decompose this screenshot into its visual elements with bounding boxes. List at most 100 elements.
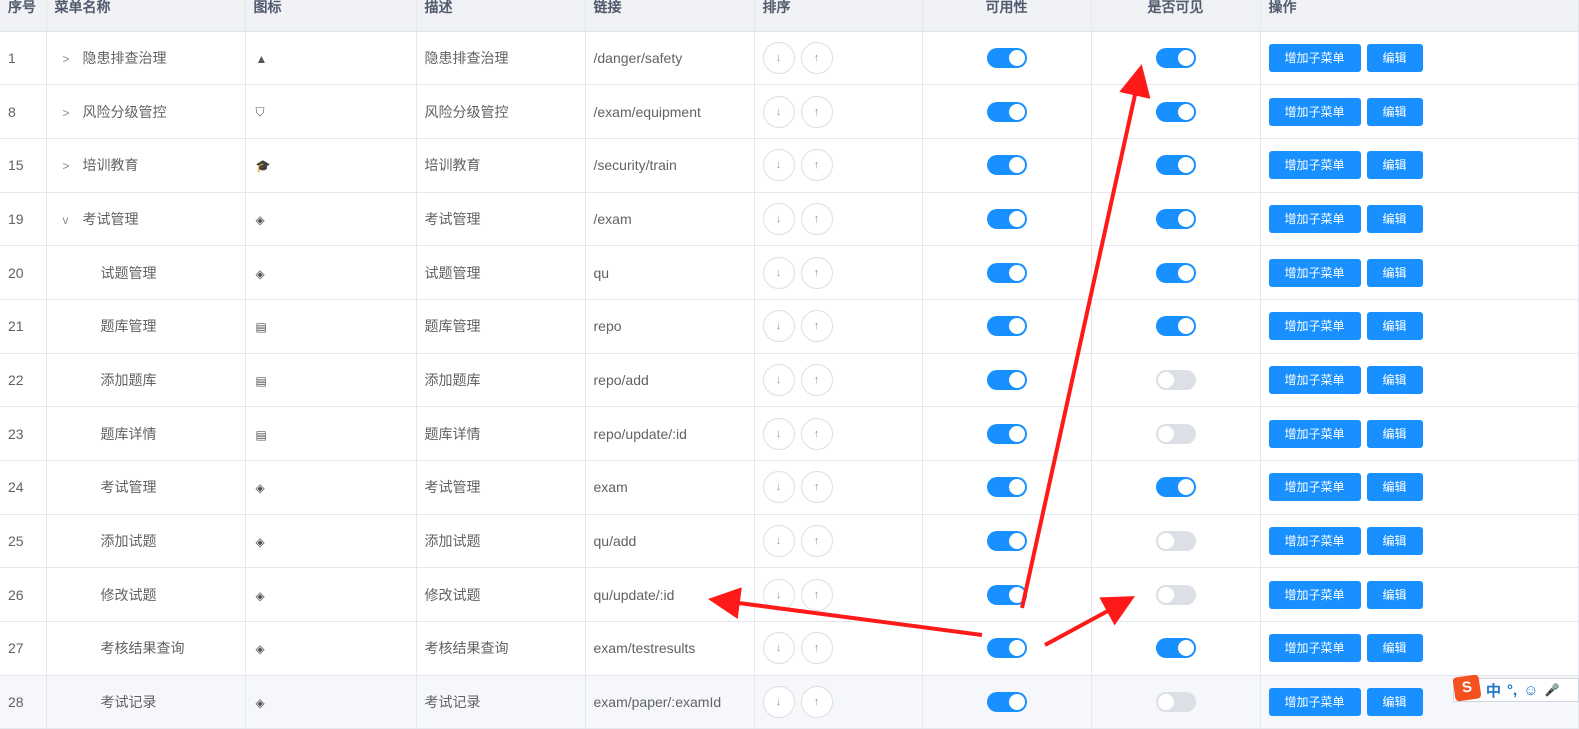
sort-up-button[interactable]: ↑ [800, 417, 833, 450]
visible-toggle[interactable] [1155, 208, 1196, 229]
visible-toggle[interactable] [1155, 423, 1196, 444]
menu-link: exam/testresults [585, 621, 755, 676]
visible-toggle[interactable] [1155, 369, 1196, 390]
add-child-menu-button[interactable]: 增加子菜单 [1268, 580, 1361, 609]
add-child-menu-button[interactable]: 增加子菜单 [1268, 419, 1361, 448]
menu-desc: 考试管理 [416, 460, 586, 515]
enabled-toggle[interactable] [986, 692, 1027, 713]
enabled-toggle[interactable] [986, 638, 1027, 659]
emoji-icon[interactable]: ☺ [1523, 682, 1538, 699]
sort-down-button[interactable]: ↓ [762, 363, 795, 396]
visible-toggle[interactable] [1155, 638, 1196, 659]
edit-button[interactable]: 编辑 [1366, 97, 1423, 126]
form-icon: ▤ [255, 427, 267, 442]
edit-button[interactable]: 编辑 [1366, 365, 1423, 394]
sort-up-button[interactable]: ↑ [800, 686, 833, 719]
add-child-menu-button[interactable]: 增加子菜单 [1268, 312, 1361, 341]
sort-up-button[interactable]: ↑ [800, 310, 833, 343]
expand-toggle-icon[interactable]: > [63, 159, 77, 173]
table-row: 24 考试管理 ◈ 考试管理 exam ↓ ↑ 增加子菜单 编辑 [0, 460, 1579, 515]
enabled-toggle[interactable] [986, 47, 1027, 68]
edit-button[interactable]: 编辑 [1366, 258, 1423, 287]
add-child-menu-button[interactable]: 增加子菜单 [1268, 688, 1361, 717]
sort-down-button[interactable]: ↓ [762, 202, 795, 235]
visible-toggle[interactable] [1155, 584, 1196, 605]
sort-up-button[interactable]: ↑ [800, 578, 833, 611]
add-child-menu-button[interactable]: 增加子菜单 [1268, 43, 1361, 72]
visible-toggle[interactable] [1155, 531, 1196, 552]
enabled-toggle[interactable] [986, 155, 1027, 176]
add-child-menu-button[interactable]: 增加子菜单 [1268, 527, 1361, 556]
edit-button[interactable]: 编辑 [1366, 527, 1423, 556]
enabled-toggle[interactable] [986, 477, 1027, 498]
add-child-menu-button[interactable]: 增加子菜单 [1268, 634, 1361, 663]
menu-name: 考试管理 [100, 479, 157, 496]
sort-up-button[interactable]: ↑ [800, 95, 833, 128]
sort-down-button[interactable]: ↓ [762, 686, 795, 719]
ime-toolbar[interactable]: S 中 °, ☺ 🎤 [1452, 674, 1579, 702]
sort-up-button[interactable]: ↑ [800, 363, 833, 396]
sort-up-button[interactable]: ↑ [800, 256, 833, 289]
add-child-menu-button[interactable]: 增加子菜单 [1268, 97, 1361, 126]
expand-toggle-icon[interactable]: > [63, 106, 77, 120]
edit-button[interactable]: 编辑 [1366, 312, 1423, 341]
expand-toggle-icon[interactable]: > [63, 52, 77, 66]
sort-up-button[interactable]: ↑ [800, 632, 833, 665]
row-id: 20 [0, 245, 47, 300]
add-child-menu-button[interactable]: 增加子菜单 [1268, 151, 1361, 180]
sort-down-button[interactable]: ↓ [762, 417, 795, 450]
row-id: 8 [0, 84, 47, 139]
table-row: 19 v 考试管理 ◈ 考试管理 /exam ↓ ↑ 增加子菜单 编辑 [0, 192, 1579, 247]
visible-toggle[interactable] [1155, 47, 1196, 68]
sort-up-button[interactable]: ↑ [800, 471, 833, 504]
sort-up-button[interactable]: ↑ [800, 202, 833, 235]
sort-down-button[interactable]: ↓ [762, 149, 795, 182]
enabled-toggle[interactable] [986, 101, 1027, 122]
enabled-toggle[interactable] [986, 262, 1027, 283]
enabled-toggle[interactable] [986, 584, 1027, 605]
ime-punct[interactable]: °, [1507, 682, 1517, 699]
enabled-toggle[interactable] [986, 208, 1027, 229]
add-child-menu-button[interactable]: 增加子菜单 [1268, 204, 1361, 233]
row-id: 15 [0, 138, 47, 193]
add-child-menu-button[interactable]: 增加子菜单 [1268, 258, 1361, 287]
visible-toggle[interactable] [1155, 155, 1196, 176]
edit-button[interactable]: 编辑 [1366, 580, 1423, 609]
menu-link: repo/update/:id [585, 406, 755, 461]
sort-up-button[interactable]: ↑ [800, 149, 833, 182]
sort-down-button[interactable]: ↓ [762, 525, 795, 558]
sort-down-button[interactable]: ↓ [762, 471, 795, 504]
add-child-menu-button[interactable]: 增加子菜单 [1268, 365, 1361, 394]
visible-toggle[interactable] [1155, 692, 1196, 713]
sort-down-button[interactable]: ↓ [762, 578, 795, 611]
menu-link: qu/add [585, 514, 755, 569]
enabled-toggle[interactable] [986, 531, 1027, 552]
sort-up-button[interactable]: ↑ [800, 525, 833, 558]
sort-down-button[interactable]: ↓ [762, 41, 795, 74]
visible-toggle[interactable] [1155, 101, 1196, 122]
menu-desc: 考核结果查询 [416, 621, 586, 676]
edit-button[interactable]: 编辑 [1366, 419, 1423, 448]
table-row: 25 添加试题 ◈ 添加试题 qu/add ↓ ↑ 增加子菜单 编辑 [0, 514, 1579, 569]
enabled-toggle[interactable] [986, 316, 1027, 337]
visible-toggle[interactable] [1155, 477, 1196, 498]
visible-toggle[interactable] [1155, 262, 1196, 283]
visible-toggle[interactable] [1155, 316, 1196, 337]
sort-down-button[interactable]: ↓ [762, 95, 795, 128]
enabled-toggle[interactable] [986, 423, 1027, 444]
sort-down-button[interactable]: ↓ [762, 256, 795, 289]
edit-button[interactable]: 编辑 [1366, 204, 1423, 233]
edit-button[interactable]: 编辑 [1366, 634, 1423, 663]
sort-down-button[interactable]: ↓ [762, 632, 795, 665]
edit-button[interactable]: 编辑 [1366, 473, 1423, 502]
expand-toggle-icon[interactable]: v [63, 213, 77, 227]
edit-button[interactable]: 编辑 [1366, 688, 1423, 717]
mic-icon[interactable]: 🎤 [1545, 683, 1560, 697]
sort-down-button[interactable]: ↓ [762, 310, 795, 343]
ime-mode[interactable]: 中 [1486, 680, 1501, 701]
edit-button[interactable]: 编辑 [1366, 151, 1423, 180]
enabled-toggle[interactable] [986, 369, 1027, 390]
sort-up-button[interactable]: ↑ [800, 41, 833, 74]
edit-button[interactable]: 编辑 [1366, 43, 1423, 72]
add-child-menu-button[interactable]: 增加子菜单 [1268, 473, 1361, 502]
